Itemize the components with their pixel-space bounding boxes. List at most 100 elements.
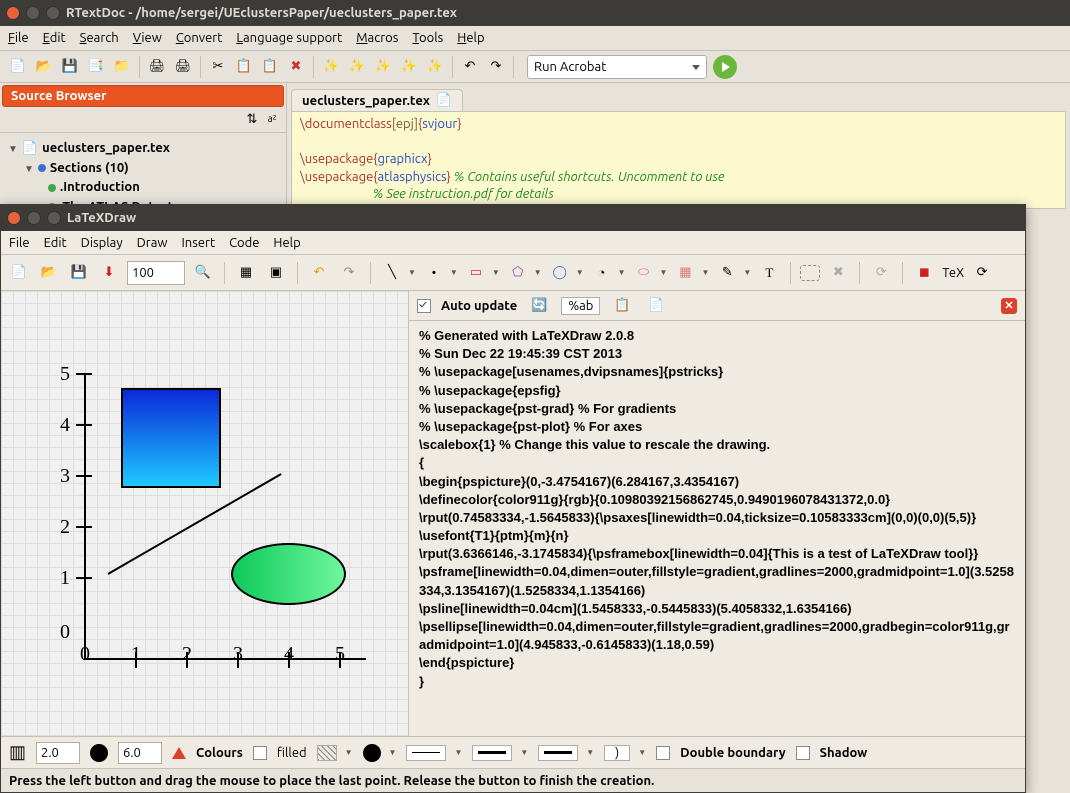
size-spinner[interactable]: 6.0 xyxy=(118,742,162,764)
menu-file[interactable]: File xyxy=(8,31,29,45)
ld-save-icon[interactable]: 💾 xyxy=(67,261,91,285)
ld-menu-edit[interactable]: Edit xyxy=(44,236,67,250)
ld-menu-draw[interactable]: Draw xyxy=(137,236,168,250)
bracket-style[interactable]: ) xyxy=(604,745,630,761)
zoom-icon[interactable]: 🔍 xyxy=(191,261,215,285)
copy-code-icon[interactable]: 📋 xyxy=(610,294,634,318)
rotate-icon[interactable]: ⟳ xyxy=(869,261,893,285)
copy2-icon[interactable]: 📋 xyxy=(232,55,256,79)
arc-tool-icon[interactable]: ◔ xyxy=(590,261,614,285)
undo-icon[interactable]: ↶ xyxy=(458,55,482,79)
menu-lang[interactable]: Language support xyxy=(236,31,342,45)
select-tool-icon[interactable] xyxy=(800,265,820,281)
ld-redo-icon[interactable]: ↷ xyxy=(337,261,361,285)
close-panel-icon[interactable]: ✕ xyxy=(1001,298,1017,314)
code-editor[interactable]: \documentclass[epj]{svjour} \usepackage{… xyxy=(291,111,1066,209)
line-style-3[interactable] xyxy=(538,745,578,761)
minimize-icon[interactable] xyxy=(26,6,40,20)
menu-view[interactable]: View xyxy=(133,31,162,45)
save-icon[interactable]: 💾 xyxy=(58,55,82,79)
new-file-icon[interactable]: 📄 xyxy=(6,55,30,79)
reload-icon[interactable]: ⟳ xyxy=(970,261,994,285)
green-ellipse[interactable] xyxy=(231,543,346,605)
paste-icon[interactable]: 📋 xyxy=(258,55,282,79)
bezier-tool-icon[interactable]: ⬭ xyxy=(632,261,656,285)
tree-sections[interactable]: ▼ Sections (10) xyxy=(8,159,278,179)
shadow-check[interactable] xyxy=(796,746,810,760)
menu-macros[interactable]: Macros xyxy=(356,31,398,45)
line-style-1[interactable] xyxy=(406,745,446,761)
menu-convert[interactable]: Convert xyxy=(176,31,223,45)
wand2-icon[interactable]: ✨ xyxy=(345,55,369,79)
tree-root[interactable]: ▼ 📄 ueclusters_paper.tex xyxy=(8,139,278,159)
line-tool-icon[interactable]: ╲ xyxy=(380,261,404,285)
ld-open-icon[interactable]: 📂 xyxy=(37,261,61,285)
blue-square[interactable] xyxy=(121,388,221,488)
dot-tool-icon[interactable]: • xyxy=(422,261,446,285)
fill-colour[interactable] xyxy=(363,744,381,762)
ld-close-icon[interactable] xyxy=(7,211,21,225)
ellipse-tool-icon[interactable]: ◯ xyxy=(548,261,572,285)
text-tool-icon[interactable]: T xyxy=(757,261,781,285)
tree-item-intro[interactable]: .Introduction xyxy=(8,178,278,198)
zoom-spinner[interactable]: 100 xyxy=(127,261,185,285)
wand1-icon[interactable]: ✨ xyxy=(319,55,343,79)
ld-menu-file[interactable]: File xyxy=(9,236,30,250)
wand4-icon[interactable]: ✨ xyxy=(397,55,421,79)
grid-icon[interactable]: ▦ xyxy=(234,261,258,285)
lines-icon[interactable]: ▥ xyxy=(9,742,26,763)
stop-icon[interactable]: ◼ xyxy=(912,261,936,285)
menu-help[interactable]: Help xyxy=(457,31,484,45)
colours-label[interactable]: Colours xyxy=(196,746,243,760)
maximize-icon[interactable] xyxy=(46,6,60,20)
line-style-2[interactable] xyxy=(472,745,512,761)
ld-minimize-icon[interactable] xyxy=(27,211,41,225)
filled-check[interactable] xyxy=(253,746,267,760)
rect-tool-icon[interactable]: ▭ xyxy=(464,261,488,285)
ab-button[interactable]: %ab xyxy=(561,297,600,315)
copy-icon[interactable]: 📑 xyxy=(84,55,108,79)
menu-search[interactable]: Search xyxy=(80,31,119,45)
run-button[interactable] xyxy=(713,55,737,79)
poly-tool-icon[interactable]: ⬠ xyxy=(506,261,530,285)
folder-icon[interactable]: 📁 xyxy=(110,55,134,79)
az-icon[interactable]: aᶻ xyxy=(264,111,280,127)
colours-icon[interactable] xyxy=(172,747,186,759)
print-icon[interactable]: 🖨 xyxy=(145,55,169,79)
ld-menu-insert[interactable]: Insert xyxy=(181,236,215,250)
open-icon[interactable]: 📂 xyxy=(32,55,56,79)
colour-swatch[interactable] xyxy=(90,744,108,762)
delete-icon[interactable]: ✖ xyxy=(284,55,308,79)
freehand-icon[interactable]: ✎ xyxy=(715,261,739,285)
snap-icon[interactable]: ▣ xyxy=(264,261,288,285)
close-icon[interactable] xyxy=(6,6,20,20)
auto-update-check[interactable] xyxy=(417,299,431,313)
tex-label[interactable]: TeX xyxy=(942,266,964,280)
ld-maximize-icon[interactable] xyxy=(47,211,61,225)
thickness-spinner[interactable]: 2.0 xyxy=(36,742,80,764)
wand5-icon[interactable]: ✨ xyxy=(423,55,447,79)
double-check[interactable] xyxy=(656,746,670,760)
menu-edit[interactable]: Edit xyxy=(43,31,66,45)
run-combo[interactable]: Run Acrobat xyxy=(527,55,707,79)
ld-menu-code[interactable]: Code xyxy=(229,236,259,250)
editor-tab[interactable]: ueclusters_paper.tex 📄 xyxy=(291,89,463,111)
print-preview-icon[interactable]: 🖨 xyxy=(171,55,195,79)
hatch-icon[interactable] xyxy=(317,745,337,761)
delete-tool-icon[interactable]: ✖ xyxy=(826,261,850,285)
drawing-canvas[interactable]: 5 4 3 2 1 0 0 1 2 3 4 5 xyxy=(1,291,409,736)
ld-new-icon[interactable]: 📄 xyxy=(7,261,31,285)
sort-icon[interactable]: ⇅ xyxy=(244,111,260,127)
ld-menu-help[interactable]: Help xyxy=(273,236,300,250)
ld-menu-display[interactable]: Display xyxy=(81,236,123,250)
cut-icon[interactable]: ✂ xyxy=(206,55,230,79)
refresh-icon[interactable]: 🔄 xyxy=(527,294,551,318)
grid2-icon[interactable]: ▦ xyxy=(673,261,697,285)
redo-icon[interactable]: ↷ xyxy=(484,55,508,79)
menu-tools[interactable]: Tools xyxy=(412,31,443,45)
pstricks-code[interactable]: % Generated with LaTeXDraw 2.0.8 % Sun D… xyxy=(409,321,1025,736)
wand3-icon[interactable]: ✨ xyxy=(371,55,395,79)
doc-icon[interactable]: 📄 xyxy=(644,294,668,318)
ld-undo-icon[interactable]: ↶ xyxy=(307,261,331,285)
ld-pdf-icon[interactable]: ⬇ xyxy=(97,261,121,285)
